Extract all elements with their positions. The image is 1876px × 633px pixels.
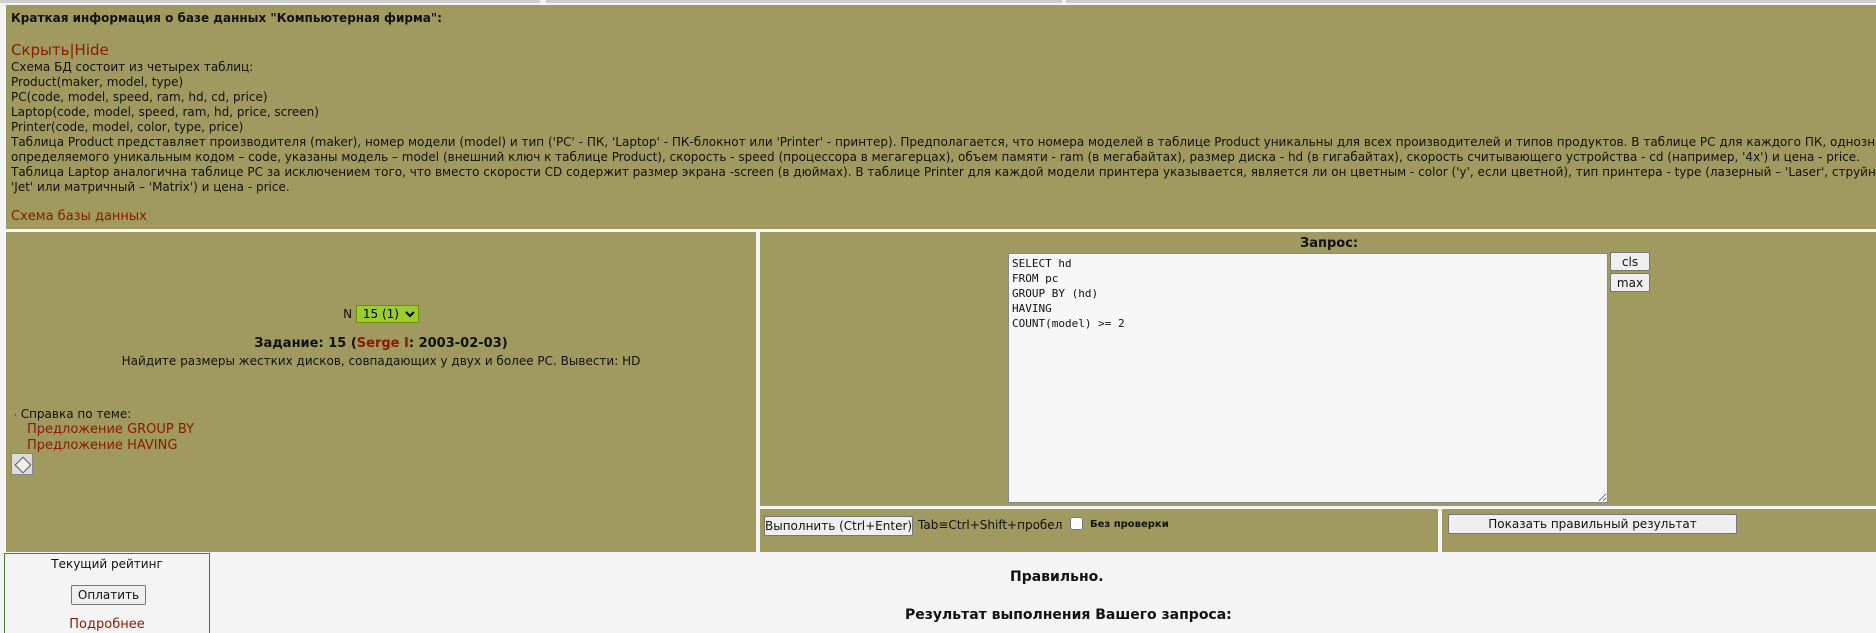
- task-number-label: N: [343, 307, 353, 321]
- schema-diagram-link[interactable]: Схема базы данных: [11, 209, 147, 224]
- max-button[interactable]: max: [1610, 273, 1650, 292]
- task-panel: N 15 (1) Задание: 15 (Serge I: 2003-02-0…: [6, 232, 756, 552]
- help-section: · Справка по теме:: [14, 407, 131, 421]
- result-title: Результат выполнения Вашего запроса:: [905, 607, 1232, 623]
- task-title: Задание: 15 (Serge I: 2003-02-03): [6, 336, 756, 351]
- top-divider-segment: [546, 0, 1062, 3]
- help-label: Справка по теме:: [20, 407, 132, 421]
- schema-line: Laptop(code, model, speed, ram, hd, pric…: [11, 105, 319, 119]
- execute-bar: Выполнить (Ctrl+Enter) Tab≡Ctrl+Shift+пр…: [760, 509, 1438, 552]
- tab-hint: Tab≡Ctrl+Shift+пробел: [918, 518, 1063, 532]
- hide-link-ru[interactable]: Скрыть: [11, 41, 69, 59]
- schema-line: Таблица Laptop аналогична таблице PC за …: [11, 165, 1876, 179]
- task-author-link[interactable]: Serge I: [357, 336, 409, 351]
- show-correct-result-button[interactable]: Показать правильный результат: [1448, 514, 1737, 534]
- no-check-checkbox[interactable]: [1070, 517, 1083, 530]
- show-result-bar: Показать правильный результат: [1442, 509, 1876, 552]
- rating-title: Текущий рейтинг: [51, 557, 163, 571]
- query-panel: Запрос: cls max: [760, 232, 1876, 506]
- schema-line: Схема БД состоит из четырех таблиц:: [11, 60, 254, 74]
- help-link-group-by[interactable]: Предложение GROUP BY: [27, 422, 194, 437]
- db-schema-description: Схема БД состоит из четырех таблиц: Prod…: [11, 60, 1876, 195]
- execute-button[interactable]: Выполнить (Ctrl+Enter): [764, 516, 913, 536]
- rating-details-link[interactable]: Подробнее: [5, 617, 209, 632]
- task-title-prefix: Задание: 15 (: [254, 336, 357, 351]
- pay-button[interactable]: Оплатить: [71, 585, 146, 605]
- db-info-title: Краткая информация о базе данных "Компью…: [11, 11, 442, 25]
- schema-line: Product(maker, model, type): [11, 75, 184, 89]
- schema-line: Printer(code, model, color, type, price): [11, 120, 244, 134]
- schema-line: определяемого уникальным кодом – code, у…: [11, 150, 1860, 164]
- query-editor[interactable]: [1008, 253, 1608, 503]
- hide-links: Скрыть|Hide: [11, 41, 109, 59]
- top-divider-segment: [1066, 0, 1876, 3]
- help-bullet: ·: [14, 411, 17, 421]
- rating-box: Текущий рейтинг Оплатить Подробнее: [4, 553, 210, 633]
- task-number-select[interactable]: 15 (1): [355, 305, 419, 323]
- db-info-panel: Краткая информация о базе данных "Компью…: [6, 5, 1876, 229]
- schema-line: Таблица Product представляет производите…: [11, 135, 1876, 149]
- no-check-label: Без проверки: [1090, 519, 1169, 530]
- task-title-suffix: : 2003-02-03): [408, 336, 508, 351]
- result-status: Правильно.: [1010, 569, 1104, 585]
- hide-link-en[interactable]: Hide: [75, 41, 109, 59]
- schema-line: 'Jet' или матричный – 'Matrix') и цена -…: [11, 180, 290, 194]
- task-description: Найдите размеры жестких дисков, совпадаю…: [121, 354, 641, 368]
- top-divider-segment: [0, 0, 540, 3]
- cls-button[interactable]: cls: [1610, 252, 1650, 271]
- hint-diamond-icon[interactable]: [11, 453, 33, 475]
- help-link-having[interactable]: Предложение HAVING: [27, 438, 177, 453]
- query-label: Запрос:: [1300, 236, 1359, 251]
- schema-line: PC(code, model, speed, ram, hd, cd, pric…: [11, 90, 268, 104]
- task-number-row: N 15 (1): [6, 305, 756, 323]
